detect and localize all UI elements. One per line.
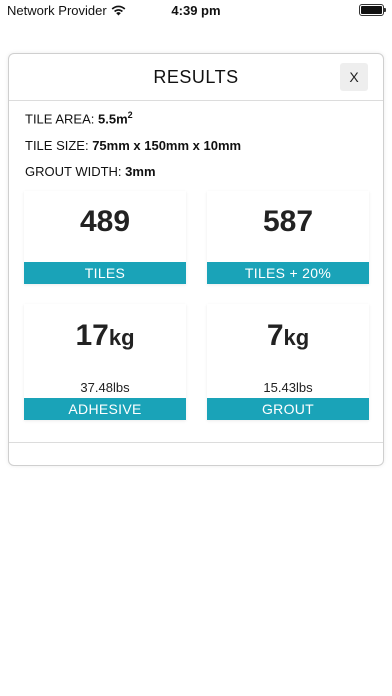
modal-header: RESULTS X bbox=[9, 54, 383, 101]
tiles-extra-card: 587 TILES + 20% bbox=[207, 191, 369, 284]
adhesive-label: ADHESIVE bbox=[24, 398, 186, 420]
grout-width-label: GROUT WIDTH: bbox=[25, 164, 122, 179]
grout-card: 7kg 15.43lbs GROUT bbox=[207, 304, 369, 420]
grout-width-value: 3mm bbox=[125, 164, 156, 179]
tile-area-row: TILE AREA: 5.5m2 bbox=[25, 110, 133, 126]
adhesive-card: 17kg 37.48lbs ADHESIVE bbox=[24, 304, 186, 420]
battery-icon bbox=[359, 4, 386, 16]
grout-lbs: 15.43lbs bbox=[263, 380, 313, 395]
tile-area-value: 5.5m bbox=[98, 111, 128, 127]
tile-size-label: TILE SIZE: bbox=[25, 138, 89, 153]
close-button[interactable]: X bbox=[340, 63, 368, 91]
status-time: 4:39 pm bbox=[171, 3, 221, 18]
grout-unit: kg bbox=[283, 325, 310, 350]
tile-size-row: TILE SIZE: 75mm x 150mm x 10mm bbox=[25, 138, 241, 153]
tile-size-value: 75mm x 150mm x 10mm bbox=[92, 138, 242, 153]
modal-title: RESULTS bbox=[153, 67, 239, 87]
tile-area-superscript: 2 bbox=[127, 110, 133, 120]
adhesive-lbs: 37.48lbs bbox=[80, 380, 130, 395]
adhesive-number: 17 bbox=[75, 319, 109, 352]
status-bar: Network Provider 4:39 pm bbox=[0, 0, 392, 22]
adhesive-unit: kg bbox=[108, 325, 135, 350]
grout-value: 7kg bbox=[207, 319, 369, 353]
tile-area-label: TILE AREA: bbox=[25, 111, 95, 127]
footer-divider bbox=[9, 442, 383, 443]
tiles-extra-label: TILES + 20% bbox=[207, 262, 369, 284]
tiles-label: TILES bbox=[24, 262, 186, 284]
grout-number: 7 bbox=[266, 319, 284, 352]
grout-width-row: GROUT WIDTH: 3mm bbox=[25, 164, 156, 179]
results-modal: RESULTS X TILE AREA: 5.5m2 TILE SIZE: 75… bbox=[8, 53, 384, 466]
adhesive-value: 17kg bbox=[24, 319, 186, 353]
tiles-extra-value: 587 bbox=[262, 205, 314, 238]
grout-label: GROUT bbox=[207, 398, 369, 420]
tiles-value: 489 bbox=[79, 205, 131, 238]
tiles-card: 489 TILES bbox=[24, 191, 186, 284]
